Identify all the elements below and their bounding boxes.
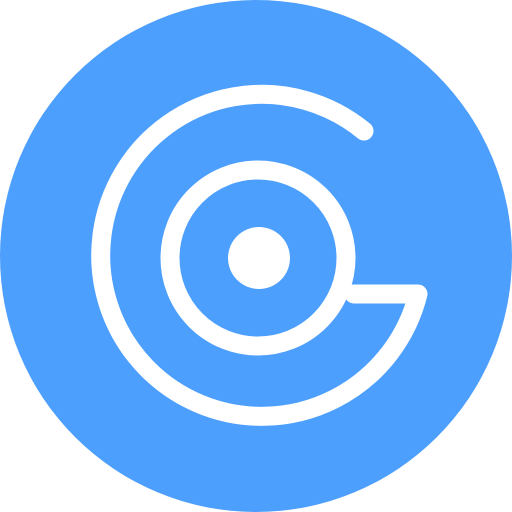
center-dot xyxy=(228,227,290,289)
spiral-target-logo-icon xyxy=(0,0,512,512)
app-icon xyxy=(0,0,512,512)
